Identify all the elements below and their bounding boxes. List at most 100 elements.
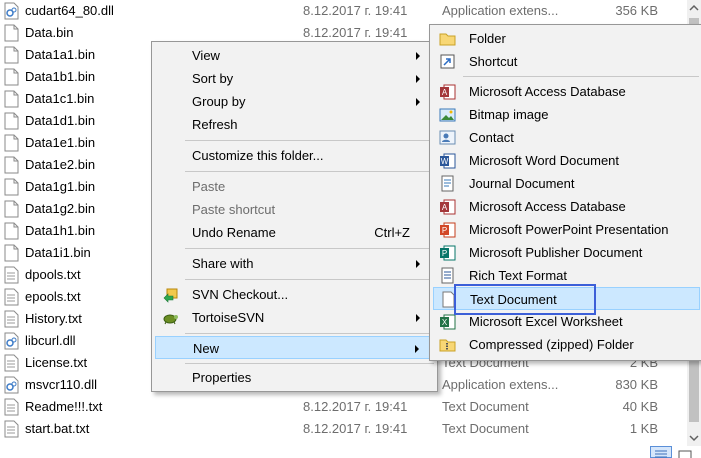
menu-item-label: Paste shortcut [192, 202, 276, 217]
submenu-arrow-icon [416, 98, 420, 106]
new-access-database-item[interactable]: A Microsoft Access Database [433, 80, 700, 103]
file-icon [4, 244, 19, 262]
bitmap-icon [439, 108, 456, 122]
file-icon [4, 200, 19, 218]
submenu-item-label: Shortcut [469, 54, 518, 69]
menu-item-label: TortoiseSVN [192, 310, 265, 325]
menu-item-group-by[interactable]: Group by [155, 90, 434, 113]
menu-separator [185, 363, 434, 364]
file-name: Data1g2.bin [25, 201, 96, 216]
svn-checkout-icon [163, 288, 178, 303]
file-name: epools.txt [25, 289, 81, 304]
menu-item-view[interactable]: View [155, 44, 434, 67]
submenu-item-label: Folder [469, 31, 506, 46]
menu-item-label: Group by [192, 94, 246, 109]
dll-icon [4, 332, 19, 350]
highlight-annotation-box [454, 284, 596, 315]
menu-separator [185, 248, 434, 249]
file-size: 356 KB [615, 3, 658, 18]
file-row[interactable]: start.bat.txt 8.12.2017 г. 19:41 Text Do… [0, 418, 687, 440]
file-row[interactable]: cudart64_80.dll 8.12.2017 г. 19:41 Appli… [0, 0, 687, 22]
submenu-arrow-icon [416, 314, 420, 322]
scroll-up-arrow-icon[interactable] [687, 0, 701, 16]
file-name: Data1h1.bin [25, 223, 96, 238]
menu-item-refresh[interactable]: Refresh [155, 113, 434, 136]
file-type: Text Document [442, 421, 529, 436]
submenu-item-label: Microsoft Access Database [469, 199, 626, 214]
zip-folder-icon [439, 339, 456, 352]
menu-item-label: Undo Rename [192, 225, 276, 240]
menu-item-customize-folder[interactable]: Customize this folder... [155, 144, 434, 167]
menu-item-new[interactable]: New [155, 336, 434, 359]
svg-text:A: A [442, 88, 448, 97]
folder-icon [439, 33, 456, 46]
details-view-button[interactable] [650, 446, 672, 458]
file-name: Data1e1.bin [25, 135, 96, 150]
file-name: dpools.txt [25, 267, 81, 282]
large-icons-view-button[interactable] [678, 448, 692, 458]
submenu-item-label: Bitmap image [469, 107, 549, 122]
menu-item-label: Properties [192, 370, 252, 385]
text-file-icon [4, 288, 19, 306]
file-icon [4, 112, 19, 130]
new-folder-item[interactable]: Folder [433, 27, 700, 50]
large-icons-view-icon [678, 450, 692, 458]
rtf-icon [441, 267, 454, 284]
svg-text:P: P [442, 226, 447, 235]
new-word-document-item[interactable]: W Microsoft Word Document [433, 149, 700, 172]
file-name: History.txt [25, 311, 82, 326]
access-icon: A [440, 84, 456, 100]
file-name: msvcr110.dll [25, 377, 98, 392]
menu-item-label: Paste [192, 179, 226, 194]
text-file-icon [4, 398, 19, 416]
new-contact-item[interactable]: Contact [433, 126, 700, 149]
svg-text:W: W [441, 157, 449, 166]
access-icon: A [440, 199, 456, 215]
submenu-arrow-icon [416, 75, 420, 83]
new-publisher-item[interactable]: P Microsoft Publisher Document [433, 241, 700, 264]
submenu-item-label: Microsoft Publisher Document [469, 245, 643, 260]
menu-item-svn-checkout[interactable]: SVN Checkout... [155, 283, 434, 306]
svg-text:A: A [442, 203, 448, 212]
svg-text:X: X [442, 318, 448, 327]
menu-item-paste: Paste [155, 175, 434, 198]
menu-item-label: Refresh [192, 117, 238, 132]
file-row[interactable]: Readme!!!.txt 8.12.2017 г. 19:41 Text Do… [0, 396, 687, 418]
submenu-item-label: Rich Text Format [469, 268, 568, 283]
menu-item-shortcut: Ctrl+Z [374, 225, 410, 240]
submenu-arrow-icon [415, 345, 419, 353]
scroll-down-arrow-icon[interactable] [687, 430, 701, 446]
submenu-item-label: Contact [469, 130, 514, 145]
new-shortcut-item[interactable]: Shortcut [433, 50, 700, 73]
menu-item-share-with[interactable]: Share with [155, 252, 434, 275]
file-name: Readme!!!.txt [25, 399, 103, 414]
file-type: Text Document [442, 399, 529, 414]
submenu-arrow-icon [416, 260, 420, 268]
text-file-icon [4, 266, 19, 284]
file-name: start.bat.txt [25, 421, 90, 436]
new-powerpoint-item[interactable]: P Microsoft PowerPoint Presentation [433, 218, 700, 241]
new-compressed-folder-item[interactable]: Compressed (zipped) Folder [433, 333, 700, 356]
new-journal-document-item[interactable]: Journal Document [433, 172, 700, 195]
submenu-item-label: Microsoft Word Document [469, 153, 620, 168]
menu-item-tortoisesvn[interactable]: TortoiseSVN [155, 306, 434, 329]
menu-item-properties[interactable]: Properties [155, 366, 434, 389]
svg-text:P: P [442, 249, 447, 258]
file-date: 8.12.2017 г. 19:41 [303, 421, 408, 436]
menu-item-paste-shortcut: Paste shortcut [155, 198, 434, 221]
file-icon [4, 68, 19, 86]
menu-separator [185, 279, 434, 280]
menu-item-undo-rename[interactable]: Undo Rename Ctrl+Z [155, 221, 434, 244]
menu-item-label: Share with [192, 256, 254, 271]
text-file-icon [4, 310, 19, 328]
file-icon [4, 46, 19, 64]
file-icon [4, 156, 19, 174]
menu-separator [463, 76, 699, 77]
menu-item-sort-by[interactable]: Sort by [155, 67, 434, 90]
file-name: Data1e2.bin [25, 157, 96, 172]
new-access-database-item-2[interactable]: A Microsoft Access Database [433, 195, 700, 218]
file-icon [4, 222, 19, 240]
new-bitmap-image-item[interactable]: Bitmap image [433, 103, 700, 126]
contact-icon [439, 130, 456, 145]
tortoisesvn-icon [163, 314, 178, 325]
